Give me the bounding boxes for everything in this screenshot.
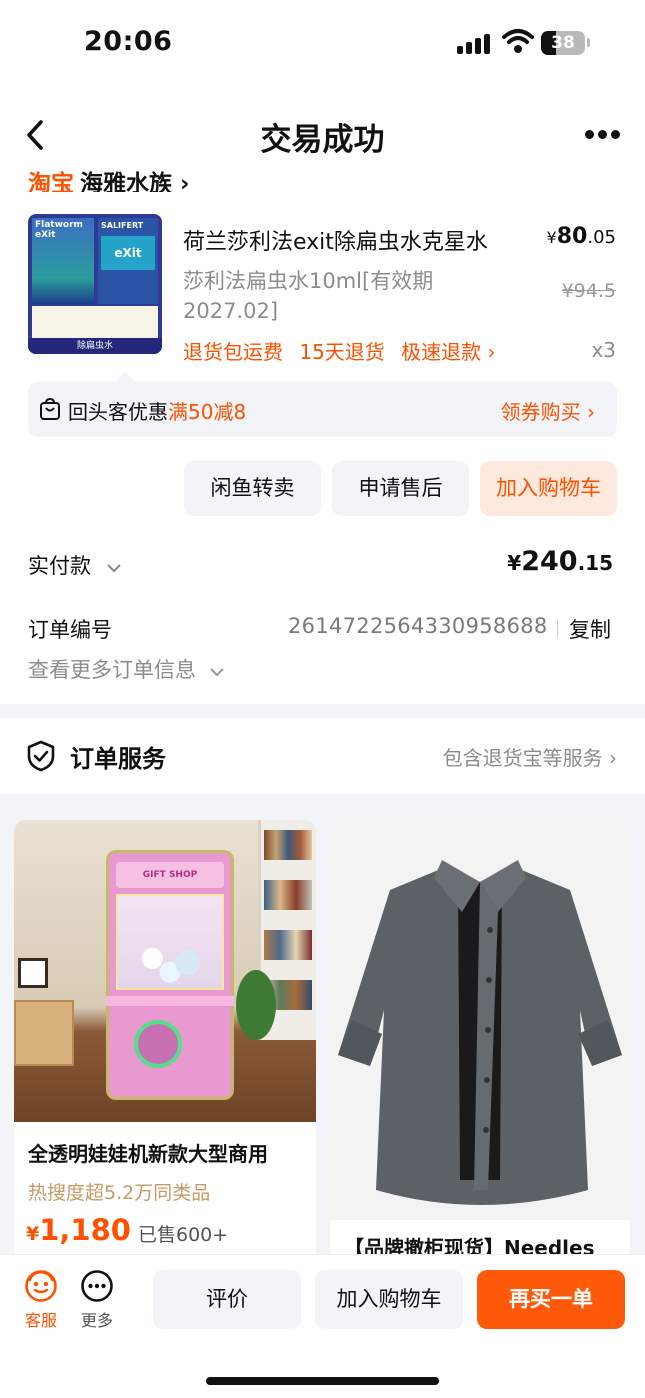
product-name: 荷兰莎利法exit除扁虫水克星水 [183, 230, 488, 255]
battery-cap [587, 38, 590, 47]
nav-bar: 交易成功 [0, 100, 645, 170]
recommend-sold: 已售600+ [138, 1224, 229, 1246]
status-time: 20:06 [84, 26, 173, 57]
chevron-down-icon [209, 658, 225, 682]
customer-service-label[interactable]: 客服 [25, 1307, 57, 1331]
customer-service-icon[interactable] [24, 1269, 58, 1303]
review-button[interactable]: 评价 [153, 1270, 301, 1329]
section-divider [0, 704, 645, 718]
battery-icon: 38 [541, 31, 585, 55]
product-image[interactable]: Flatworm eXit SALIFERT eXit 除扁虫水 [28, 214, 162, 354]
product-image[interactable]: GIFT SHOP [14, 820, 316, 1122]
wifi-icon [502, 29, 534, 53]
chevron-right-icon: › [180, 171, 190, 192]
tag-free-return-shipping: 退货包运费 [183, 340, 283, 364]
copy-order-number-button[interactable]: 复制 [569, 614, 611, 644]
coupon-text: 回头客优惠满50减8 [68, 400, 247, 424]
shirt-image [338, 860, 622, 1205]
claim-coupon-button[interactable]: 领券购买 › [501, 396, 595, 425]
battery-level: 38 [551, 33, 575, 53]
buy-again-button[interactable]: 再买一单 [477, 1270, 625, 1329]
product-quantity: x3 [591, 338, 616, 362]
coupon-highlight: 满50减8 [168, 400, 247, 424]
more-order-info-toggle[interactable]: 查看更多订单信息 [28, 654, 225, 684]
product-image-label: eXit [101, 236, 155, 270]
xianyu-resell-button[interactable]: 闲鱼转卖 [184, 461, 321, 516]
product-tags: 退货包运费 15天退货 极速退款 › [183, 336, 506, 365]
coupon-banner[interactable]: 回头客优惠满50减8 领券购买 › [28, 372, 617, 437]
product-spec: 莎利法扁虫水10ml[有效期2027.02] [183, 269, 434, 323]
taobao-logo: 淘宝 [28, 171, 74, 192]
product-item[interactable]: Flatworm eXit SALIFERT eXit 除扁虫水 荷兰莎利法ex… [28, 208, 620, 368]
bottom-action-bar: 客服 更多 评价 加入购物车 再买一单 [0, 1254, 645, 1398]
claw-machine-sign: GIFT SHOP [116, 862, 224, 888]
page-title: 交易成功 [260, 122, 385, 158]
paid-label: 实付款 [28, 554, 91, 578]
recommend-card[interactable]: GIFT SHOP 全透明娃娃机新款大型商用 热搜度超5.2万同类品 ¥1,18… [14, 820, 316, 1254]
recommend-title: 全透明娃娃机新款大型商用 [28, 1142, 268, 1166]
recommend-title: 【品牌撤柜现货】Needles [344, 1236, 595, 1254]
shield-check-icon [27, 740, 55, 772]
paid-amount: ¥240.15 [507, 546, 613, 577]
service-title: 订单服务 [70, 745, 166, 773]
signal-icon [457, 32, 493, 54]
more-icon[interactable] [80, 1269, 114, 1303]
recommend-price: ¥1,180 [26, 1213, 131, 1247]
after-sales-button[interactable]: 申请售后 [332, 461, 469, 516]
product-image-band: 除扁虫水 [28, 338, 162, 354]
recommend-heat: 热搜度超5.2万同类品 [28, 1182, 211, 1204]
order-separator [557, 620, 558, 638]
more-options-icon[interactable] [585, 130, 621, 140]
recommend-card[interactable]: 【品牌撤柜现货】Needles [330, 820, 630, 1254]
order-service-row[interactable]: 订单服务 包含退货宝等服务 › [0, 718, 645, 794]
product-image[interactable] [330, 820, 630, 1220]
product-original-price: ¥94.5 [561, 280, 616, 302]
paid-amount-toggle[interactable]: 实付款 [28, 550, 122, 580]
shopping-bag-icon [40, 397, 60, 420]
more-label[interactable]: 更多 [81, 1307, 113, 1331]
shop-name: 海雅水族 [80, 171, 172, 192]
order-number-label: 订单编号 [28, 618, 112, 642]
tag-fast-refund[interactable]: 极速退款 › [401, 340, 495, 364]
product-price: ¥80.05 [546, 224, 616, 249]
add-to-cart-button[interactable]: 加入购物车 [480, 461, 617, 516]
recommend-feed: GIFT SHOP 全透明娃娃机新款大型商用 热搜度超5.2万同类品 ¥1,18… [0, 794, 645, 1254]
order-number: 2614722564330958688 [288, 614, 548, 638]
tag-15-day-return: 15天退货 [299, 340, 385, 364]
chevron-down-icon [106, 554, 122, 578]
add-to-cart-bottom-button[interactable]: 加入购物车 [315, 1270, 463, 1329]
home-indicator [206, 1377, 439, 1385]
service-link[interactable]: 包含退货宝等服务 › [443, 742, 617, 771]
product-image-brand-left: Flatworm eXit [35, 220, 83, 240]
status-bar: 20:06 38 [0, 0, 645, 90]
product-image-brand-right: SALIFERT [101, 221, 144, 230]
